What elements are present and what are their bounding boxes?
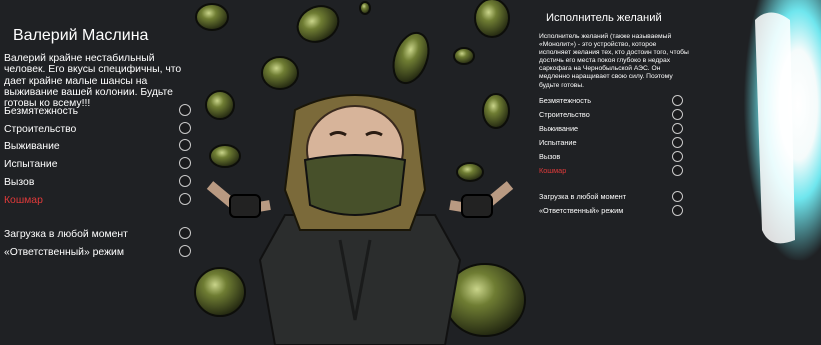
difficulty-radio[interactable] [179,122,191,134]
difficulty-radio[interactable] [672,151,683,162]
difficulty-radio[interactable] [672,165,683,176]
difficulty-radio[interactable] [672,95,683,106]
difficulty-option[interactable]: Испытание [539,137,685,149]
storyteller-panel: Валерий Маслина Валерий крайне нестабиль… [0,0,200,345]
mode-label: Загрузка в любой момент [4,229,128,240]
difficulty-label: Строительство [4,124,77,135]
difficulty-option[interactable]: Испытание [4,157,196,173]
difficulty-label: Выживание [4,141,60,152]
difficulty-option[interactable]: Вызов [539,151,685,163]
mode-option[interactable]: Загрузка в любой момент [4,227,196,243]
difficulty-label: Испытание [4,159,58,170]
mode-option[interactable]: «Ответственный» режим [4,245,196,261]
difficulty-label: Кошмар [539,166,567,175]
mode-radio[interactable] [179,245,191,257]
storyteller-illustration [194,0,526,345]
mode-radio[interactable] [672,191,683,202]
difficulty-option[interactable]: Выживание [4,139,196,155]
difficulty-option[interactable]: Безмятежность [539,95,685,107]
storyteller-name: Валерий Маслина [13,27,149,44]
difficulty-label: Выживание [539,124,579,133]
monolith-glow-image [730,0,821,262]
difficulty-option-nightmare[interactable]: Кошмар [539,165,685,177]
difficulty-radio[interactable] [672,109,683,120]
difficulty-label: Испытание [539,138,577,147]
mode-radio[interactable] [179,227,191,239]
difficulty-option[interactable]: Строительство [539,109,685,121]
mode-option[interactable]: «Ответственный» режим [539,205,685,217]
difficulty-radio[interactable] [179,175,191,187]
difficulty-radio[interactable] [672,137,683,148]
difficulty-option[interactable]: Безмятежность [4,104,196,120]
storyteller-panel-secondary: Исполнитель желаний Исполнитель желаний … [535,0,695,345]
storyteller-name: Исполнитель желаний [546,12,662,24]
difficulty-option[interactable]: Выживание [539,123,685,135]
difficulty-radio[interactable] [672,123,683,134]
difficulty-option-nightmare[interactable]: Кошмар [4,193,196,209]
mode-option[interactable]: Загрузка в любой момент [539,191,685,203]
difficulty-radio[interactable] [179,193,191,205]
storyteller-description: Исполнитель желаний (также называемый «М… [539,33,689,89]
mode-label: Загрузка в любой момент [539,192,627,201]
difficulty-label: Безмятежность [539,96,591,105]
difficulty-radio[interactable] [179,157,191,169]
difficulty-label: Вызов [4,177,35,188]
difficulty-option[interactable]: Строительство [4,122,196,138]
difficulty-label: Кошмар [4,195,43,206]
difficulty-radio[interactable] [179,139,191,151]
difficulty-option[interactable]: Вызов [4,175,196,191]
mode-radio[interactable] [672,205,683,216]
mode-label: «Ответственный» режим [4,247,124,258]
difficulty-label: Строительство [539,110,590,119]
storyteller-description: Валерий крайне нестабильный человек. Его… [4,53,182,110]
mode-label: «Ответственный» режим [539,206,624,215]
difficulty-label: Вызов [539,152,561,161]
difficulty-label: Безмятежность [4,106,79,117]
difficulty-radio[interactable] [179,104,191,116]
